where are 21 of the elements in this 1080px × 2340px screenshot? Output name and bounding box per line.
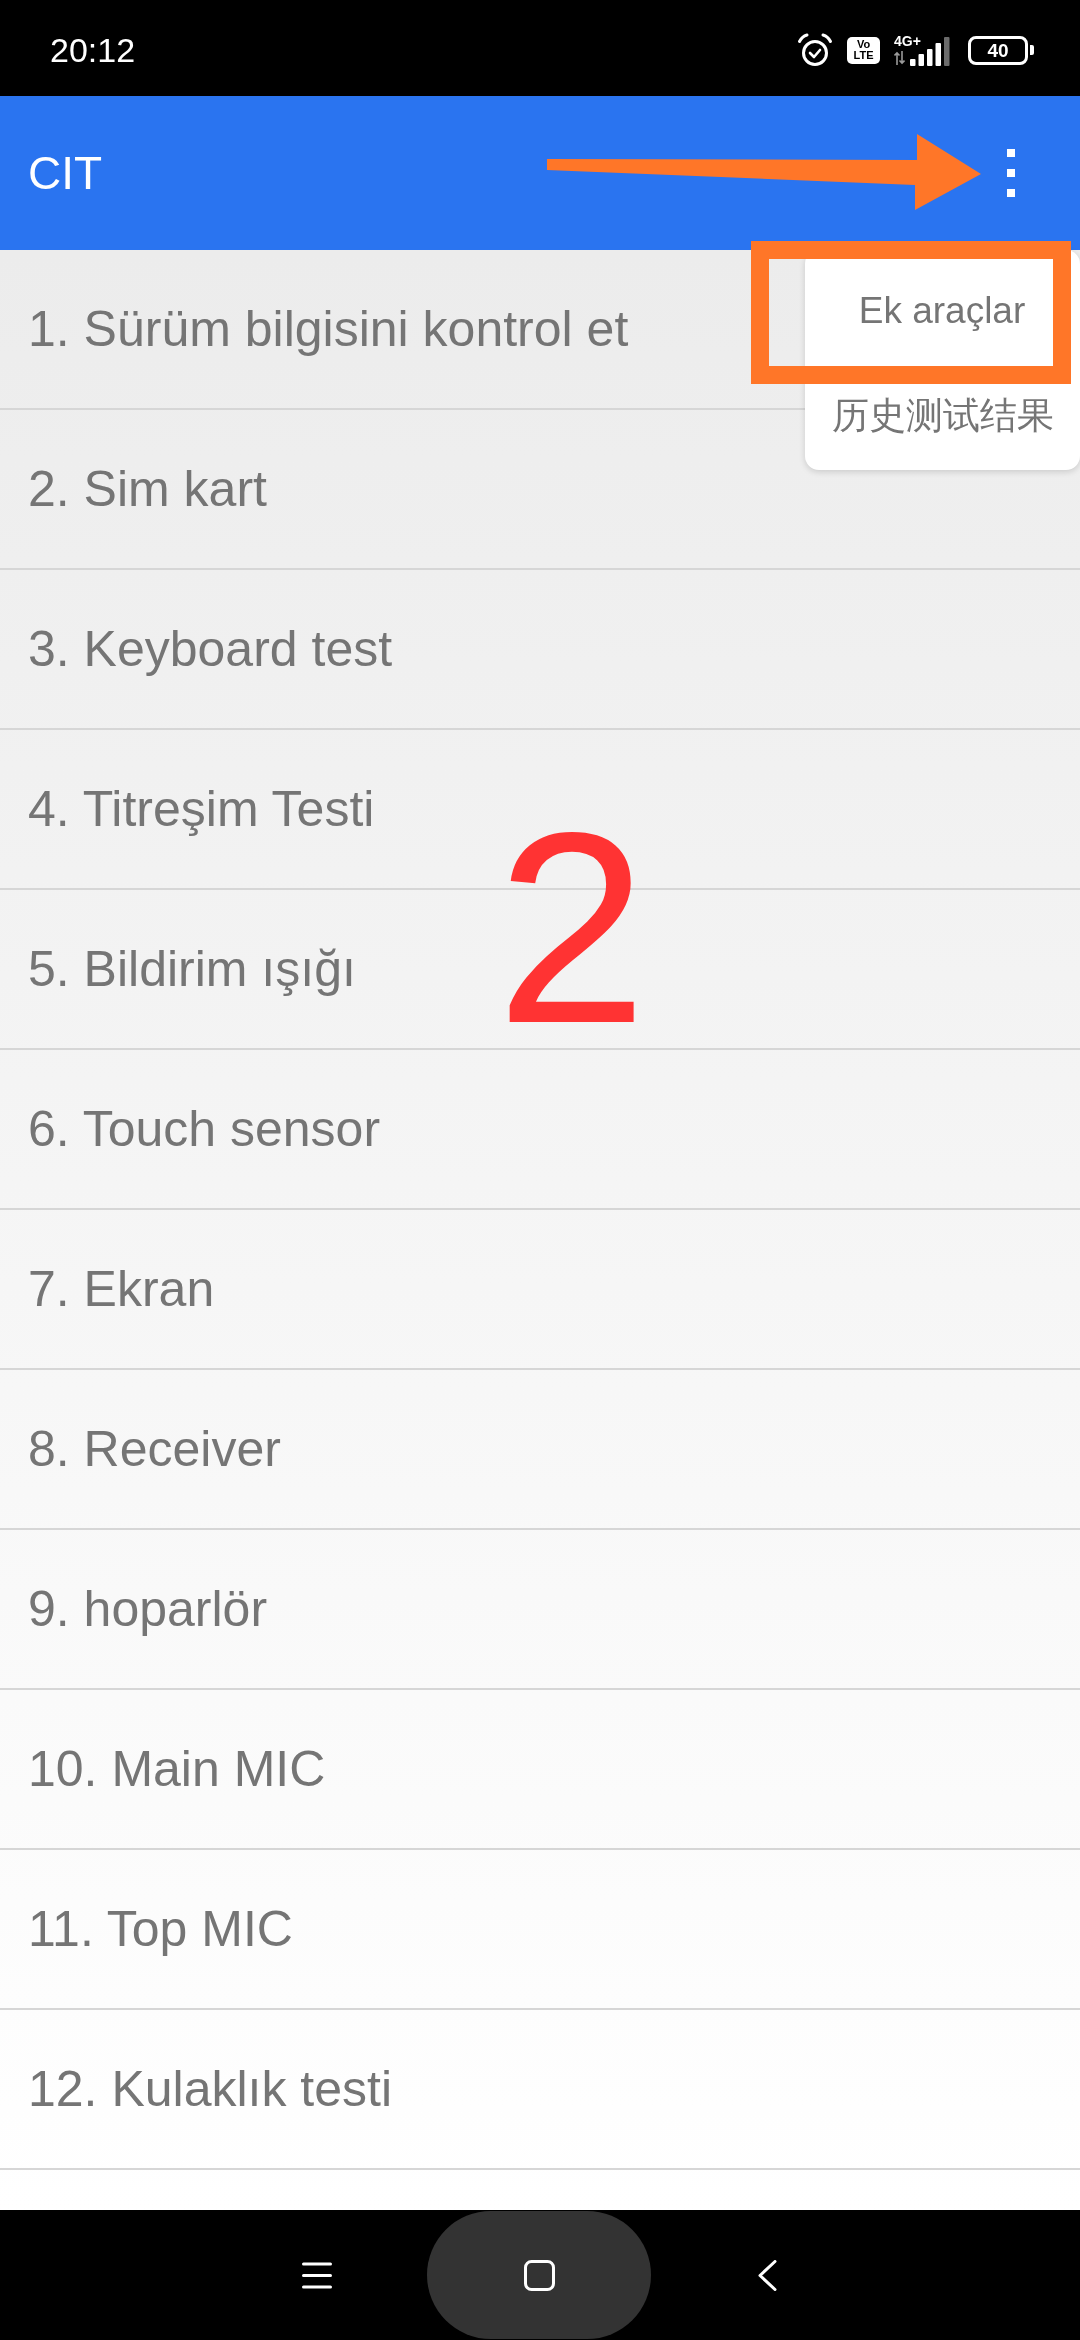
list-item[interactable]: 7. Ekran [0,1210,1080,1370]
list-item[interactable]: 9. hoparlör [0,1530,1080,1690]
list-item[interactable]: 6. Touch sensor [0,1050,1080,1210]
more-options-icon[interactable] [1007,149,1015,197]
volte-text: LTE [853,50,874,61]
menu-item[interactable]: Ek araçlar [805,260,1052,360]
volte-text: Vo [856,39,871,50]
list-item[interactable]: 3. Keyboard test [0,570,1080,730]
list-item[interactable]: 10. Main MIC [0,1690,1080,1850]
list-item[interactable]: 12. Kulaklık testi [0,2010,1080,2170]
data-activity-icon [894,51,905,65]
menu-icon[interactable] [302,2261,332,2289]
app-title: CIT [28,150,103,196]
network-type-text: 4G+ [894,34,921,48]
battery-indicator: 40 [968,35,1034,65]
status-time: 20:12 [50,33,136,67]
list-item[interactable]: 8. Receiver [0,1370,1080,1530]
home-icon [523,2259,555,2291]
alarm-clock-icon [797,33,833,67]
back-icon[interactable] [758,2259,777,2291]
list-item[interactable]: 11. Top MIC [0,1850,1080,2010]
